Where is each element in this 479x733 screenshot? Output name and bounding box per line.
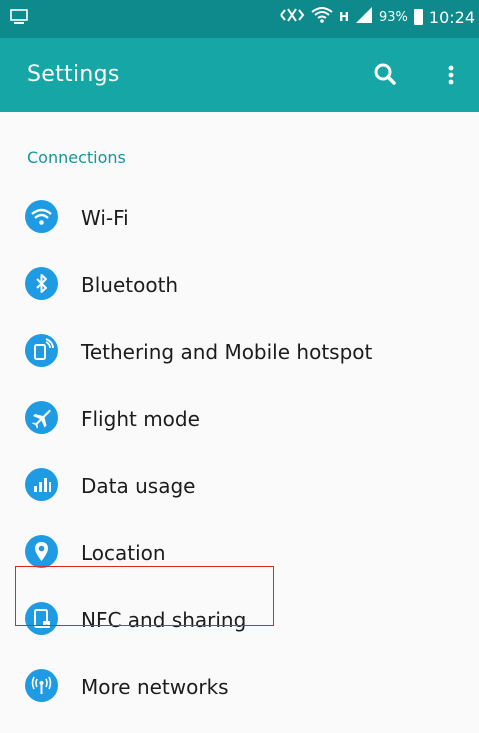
section-header-connections: Connections: [27, 148, 126, 167]
settings-item-label: Tethering and Mobile hotspot: [81, 340, 373, 364]
hotspot-icon: [25, 334, 58, 367]
settings-item-wifi[interactable]: Wi-Fi: [0, 184, 479, 250]
battery-percent: 93%: [378, 9, 408, 25]
wifi-icon: [25, 200, 58, 233]
settings-item-label: More networks: [81, 675, 229, 699]
page-title: Settings: [27, 62, 120, 87]
more-options-icon[interactable]: [436, 58, 466, 92]
highlight-box: [15, 566, 274, 626]
settings-item-label: Bluetooth: [81, 273, 179, 297]
settings-item-tethering[interactable]: Tethering and Mobile hotspot: [0, 318, 479, 384]
signal-icon: [355, 6, 373, 28]
settings-item-flight-mode[interactable]: Flight mode: [0, 385, 479, 451]
settings-item-label: Wi-Fi: [81, 206, 129, 230]
search-icon[interactable]: [369, 58, 403, 92]
battery-icon: [413, 9, 423, 25]
settings-item-label: Flight mode: [81, 407, 200, 431]
settings-item-more-networks[interactable]: More networks: [0, 653, 479, 719]
status-bar: H 93% 10:24: [0, 0, 479, 38]
settings-item-bluetooth[interactable]: Bluetooth: [0, 251, 479, 317]
bluetooth-icon: [25, 267, 58, 300]
settings-item-data-usage[interactable]: Data usage: [0, 452, 479, 518]
more-networks-icon: [25, 669, 58, 702]
wifi-icon: [311, 6, 333, 28]
settings-list: Connections Wi-Fi Bluetooth Tethering an…: [0, 112, 479, 733]
network-type-icon: H: [338, 10, 349, 24]
settings-item-label: Data usage: [81, 474, 196, 498]
airplane-icon: [25, 401, 58, 434]
app-bar: Settings: [0, 38, 479, 112]
location-icon: [25, 535, 58, 568]
clock: 10:24: [428, 7, 475, 27]
settings-item-label: Location: [81, 541, 166, 565]
screen-mirror-icon: [10, 9, 28, 29]
data-usage-icon: [25, 468, 58, 501]
mute-icon: [279, 6, 305, 28]
